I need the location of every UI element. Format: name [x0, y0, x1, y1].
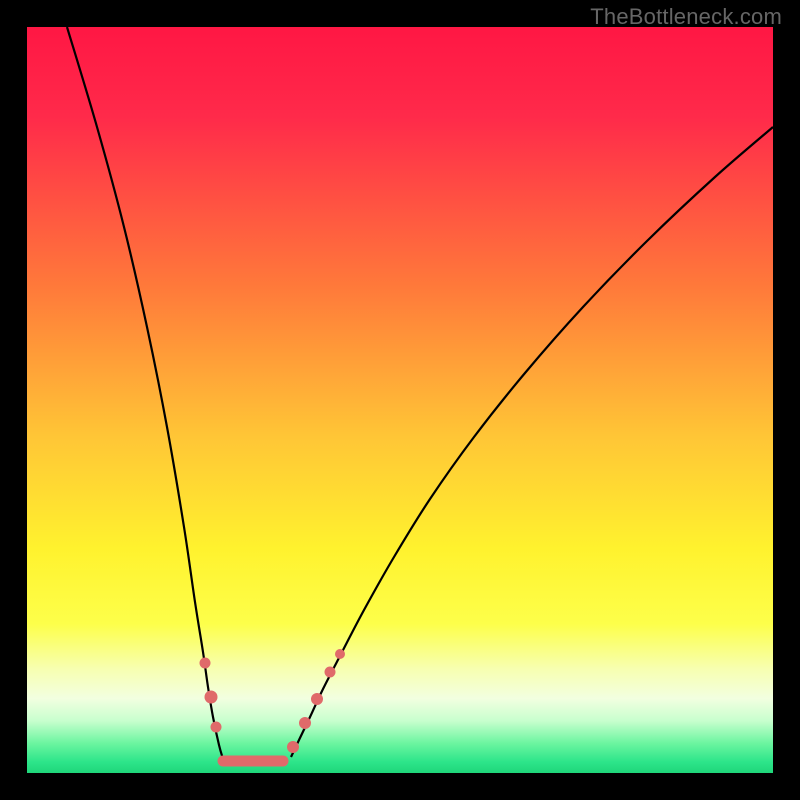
marker-dot — [287, 741, 299, 753]
watermark-text: TheBottleneck.com — [590, 4, 782, 30]
series-right-arm — [291, 127, 773, 757]
plot-area — [27, 27, 773, 773]
series-left-arm — [67, 27, 223, 759]
curve-layer — [27, 27, 773, 773]
chart-frame: TheBottleneck.com — [0, 0, 800, 800]
marker-dot — [205, 691, 218, 704]
marker-dot — [200, 658, 211, 669]
marker-dot — [335, 649, 345, 659]
marker-dot — [299, 717, 311, 729]
marker-dot — [211, 722, 222, 733]
marker-dot — [311, 693, 323, 705]
marker-dot — [325, 667, 336, 678]
